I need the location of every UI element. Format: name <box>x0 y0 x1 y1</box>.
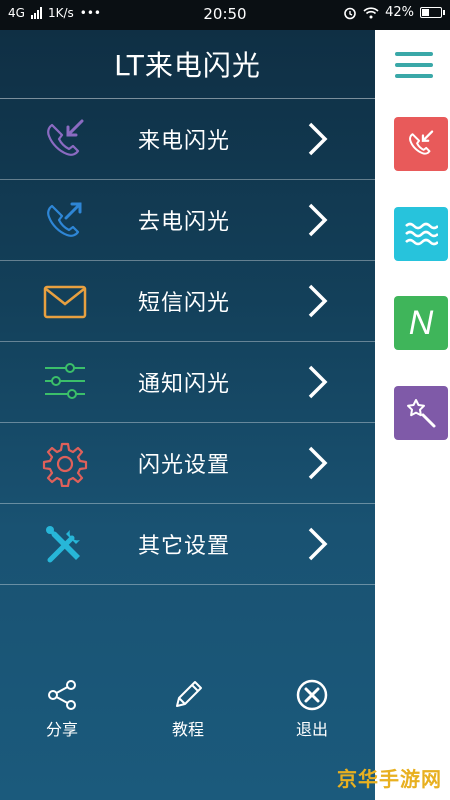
tile-n[interactable]: N <box>394 296 448 350</box>
sliders-icon <box>45 363 85 399</box>
menu-item-notification-flash[interactable]: 通知闪光 <box>0 342 375 423</box>
outgoing-call-icon <box>47 202 82 237</box>
chevron-right-icon <box>308 446 328 480</box>
menu-item-label: 去电闪光 <box>138 210 231 235</box>
menu-item-label: 其它设置 <box>138 534 231 559</box>
tile-incoming-call[interactable] <box>394 117 448 171</box>
share-icon <box>48 680 76 710</box>
exit-label: 退出 <box>295 720 328 739</box>
battery-icon <box>420 7 445 18</box>
menu-item-outgoing-flash[interactable]: 去电闪光 <box>0 180 375 261</box>
menu-item-incoming-flash[interactable]: 来电闪光 <box>0 99 375 180</box>
waves-icon <box>405 222 438 246</box>
tools-icon <box>46 526 80 563</box>
magic-wand-icon <box>407 399 436 428</box>
menu-item-other-settings[interactable]: 其它设置 <box>0 504 375 585</box>
status-bar: 4G 1K/s ••• 20:50 42% <box>0 0 450 30</box>
menu-item-label: 短信闪光 <box>138 291 231 316</box>
alarm-icon <box>344 7 356 19</box>
chevron-right-icon <box>308 203 328 237</box>
menu-item-label: 闪光设置 <box>138 453 231 478</box>
tutorial-label: 教程 <box>171 720 204 739</box>
pencil-icon <box>176 681 202 707</box>
side-rail: N <box>375 30 450 800</box>
envelope-icon <box>43 285 87 319</box>
n-letter-icon: N <box>408 303 434 342</box>
incoming-call-icon <box>409 130 434 155</box>
chevron-right-icon <box>308 284 328 318</box>
menu-item-label: 通知闪光 <box>138 372 231 397</box>
menu-item-sms-flash[interactable]: 短信闪光 <box>0 261 375 342</box>
bottom-bar: 分享 教程 退出 <box>0 676 375 766</box>
chevron-right-icon <box>308 365 328 399</box>
page-title: LT来电闪光 <box>0 30 375 99</box>
tile-magic-wand[interactable] <box>394 386 448 440</box>
gear-icon <box>42 442 88 487</box>
hamburger-icon[interactable] <box>395 52 433 82</box>
battery-fill <box>422 9 429 16</box>
share-button[interactable]: 分享 <box>22 676 102 740</box>
incoming-call-icon <box>47 119 84 156</box>
chevron-right-icon <box>308 527 328 561</box>
watermark-text: 京华手游网 <box>337 767 442 791</box>
battery-percent: 42% <box>385 5 414 20</box>
status-right: 42% <box>343 5 445 20</box>
tutorial-button[interactable]: 教程 <box>148 676 228 740</box>
menu-item-flash-settings[interactable]: 闪光设置 <box>0 423 375 504</box>
tile-waves[interactable] <box>394 207 448 261</box>
chevron-right-icon <box>308 122 328 156</box>
close-circle-icon <box>296 679 328 711</box>
share-label: 分享 <box>45 720 78 739</box>
menu-item-label: 来电闪光 <box>138 129 231 154</box>
exit-button[interactable]: 退出 <box>272 676 352 740</box>
wifi-icon <box>363 7 379 19</box>
